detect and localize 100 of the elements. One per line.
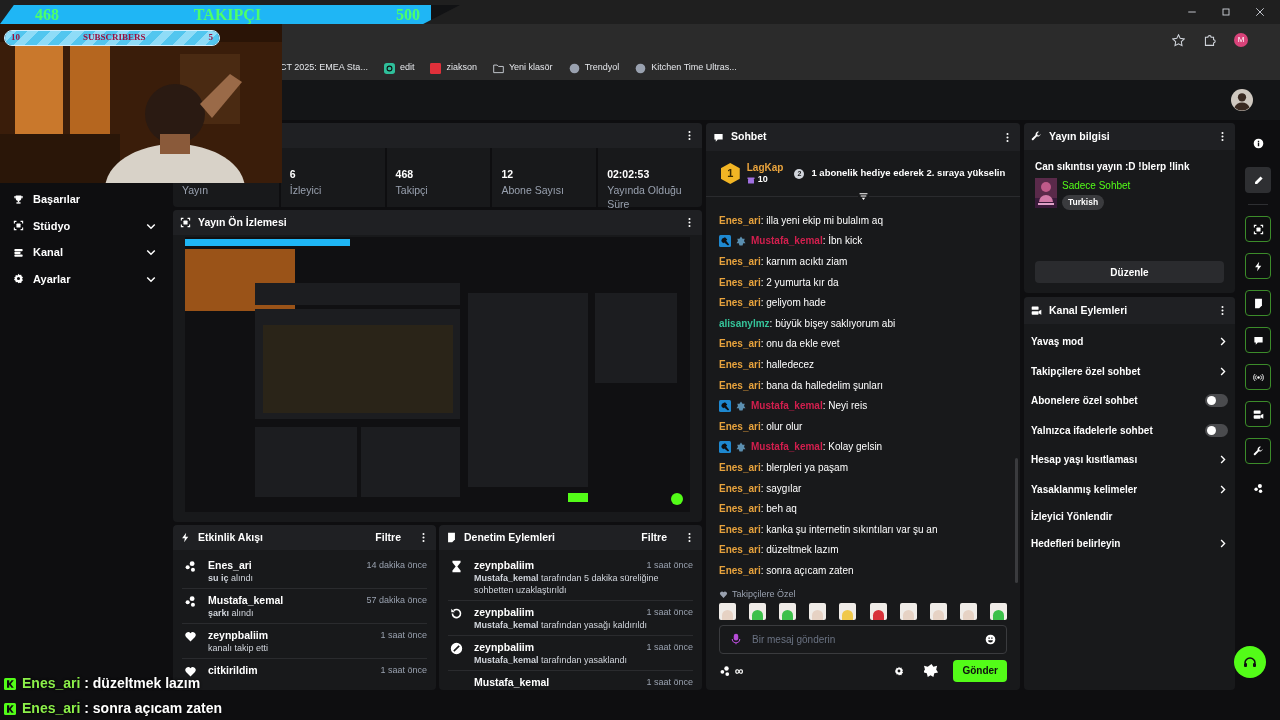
stream-title: Can sıkıntısı yayın :D !blerp !link [1035,160,1191,174]
filter-button[interactable]: Filtre [641,529,667,546]
toggle-switch[interactable] [1205,394,1228,408]
user-name[interactable]: Enes_ari [719,420,761,432]
microphone-icon[interactable] [730,633,742,646]
bookmark[interactable]: edit [383,61,415,75]
user-name[interactable]: Enes_ari [719,544,761,556]
toggle-switch[interactable] [1205,423,1228,437]
user-name[interactable]: alisanylmz [719,317,770,329]
rail-button[interactable] [1245,216,1271,242]
event-detail: su iç alındı [208,572,255,584]
heart-icon [183,630,197,643]
channel-action[interactable]: Abonelere özel sohbet [1031,386,1228,416]
user-name[interactable]: Enes_ari [719,523,761,535]
tag[interactable]: Turkish [1062,195,1105,210]
bookmark[interactable]: Trendyol [568,61,620,75]
user-name[interactable]: Enes_ari [719,564,761,576]
rail-button[interactable] [1245,438,1271,464]
emote-icon[interactable] [929,602,947,620]
user-name[interactable]: Enes_ari [719,379,761,391]
maximize-icon[interactable] [1220,6,1232,18]
user-name[interactable]: zeynpbaliim [474,605,535,619]
gift-count: 10 [757,174,768,185]
user-name[interactable]: Enes_ari [719,482,761,494]
user-name[interactable]: zeynpbaliim [474,640,535,654]
stat-label: İzleyici [289,183,323,197]
hammer-icon [719,440,731,453]
hammer-icon [719,234,731,247]
globe-icon [635,62,647,74]
channel-action[interactable]: Takipçilere özel sohbet [1031,356,1228,386]
wrench-icon [1031,131,1042,142]
emote-icon[interactable] [990,602,1007,620]
profile-button[interactable]: M [1234,33,1248,47]
support-button[interactable] [1234,646,1266,678]
user-name[interactable]: Enes_ari [719,297,761,309]
user-name[interactable]: Enes_ari [719,358,761,370]
bookmark[interactable]: Kitchen Time Ultras... [635,61,737,75]
channel-action[interactable]: Yalnızca ifadelerle sohbet [1031,415,1228,445]
user-name[interactable]: Mustafa_kemal [208,593,284,607]
avatar-icon[interactable] [1231,89,1253,111]
close-icon[interactable] [1254,6,1266,18]
rail-button[interactable] [1245,167,1271,193]
user-name[interactable]: Enes_ari [719,503,761,515]
event-time: 57 dakika önce [366,594,427,607]
event-detail: kanalı takip etti [208,642,270,654]
emote-icon[interactable] [869,602,887,620]
user-name[interactable]: Enes_ari [719,276,761,288]
stat-value: 6 [289,168,296,180]
emote-icon[interactable] [839,602,857,620]
filter-button[interactable]: Filtre [375,529,401,546]
sidebar-item[interactable]: Ayarlar [0,265,170,292]
ban-icon [449,642,463,655]
rail-button[interactable] [1245,290,1271,316]
user-name[interactable]: Enes_ari [719,214,761,226]
user-name[interactable]: Enes_ari [719,256,761,267]
filter-icon[interactable] [858,192,869,201]
message-input[interactable]: Bir mesaj gönderin [752,631,975,647]
user-name[interactable]: citkirildim [208,663,258,677]
emoji-icon[interactable] [985,633,996,645]
emote-icon[interactable] [779,602,797,620]
channel-action[interactable]: Hesap yaşı kısıtlaması [1031,445,1228,475]
channel-action[interactable]: İzleyici Yönlendir [1031,504,1228,529]
scrollbar[interactable] [1015,458,1018,583]
rail-button[interactable] [1245,364,1271,390]
emote-icon[interactable] [809,602,827,620]
user-name[interactable]: Enes_ari [719,461,761,473]
user-name[interactable]: Enes_ari [719,338,761,350]
sidebar-item[interactable]: Stüdyo [0,212,170,239]
panel-title: Etkinlik Akışı [198,529,263,545]
user-name[interactable]: Mustafa_kemal [474,675,550,689]
emote-icon[interactable] [899,602,917,620]
edit-button[interactable]: Düzenle [1035,261,1224,283]
message-field[interactable]: Bir mesaj gönderin [719,624,1007,654]
bookmark[interactable]: Yeni klasör [492,61,553,75]
channel-action[interactable]: Yasaklanmış kelimeler [1031,474,1228,504]
event-detail: Mustafa_kemal tarafından yasaklandı [474,654,629,666]
extensions-icon[interactable] [1203,33,1216,47]
chat-message: Enes_ari: sonra açıcam zaten [719,563,854,578]
emote-icon[interactable] [959,602,977,620]
send-button[interactable]: Gönder [953,659,1007,682]
rail-button[interactable] [1245,253,1271,279]
sidebar-item[interactable]: Kanal [0,239,170,266]
settings-icon[interactable] [894,665,905,676]
sidebar-item[interactable]: Başarılar [0,186,170,213]
emote-icon[interactable] [749,602,767,620]
bookmark-star-icon[interactable] [1172,33,1185,47]
rail-button[interactable] [1245,401,1271,427]
user-name[interactable]: zeynpbaliim [474,558,535,572]
bookmark[interactable]: ziakson [430,61,477,75]
user-name[interactable]: zeynpbaliim [208,628,269,642]
event-time: 14 dakika önce [366,559,427,572]
rail-button[interactable] [1245,327,1271,353]
user-name[interactable]: LagKap [746,162,784,174]
badge-icon[interactable] [924,663,940,679]
emote-icon[interactable] [719,602,736,620]
channel-action[interactable]: Hedefleri belirleyin [1031,529,1228,559]
video-icon [1252,408,1264,420]
category-link[interactable]: Sadece Sohbet [1062,178,1131,193]
user-name[interactable]: Enes_ari [208,558,252,572]
channel-action[interactable]: Yavaş mod [1031,327,1228,357]
